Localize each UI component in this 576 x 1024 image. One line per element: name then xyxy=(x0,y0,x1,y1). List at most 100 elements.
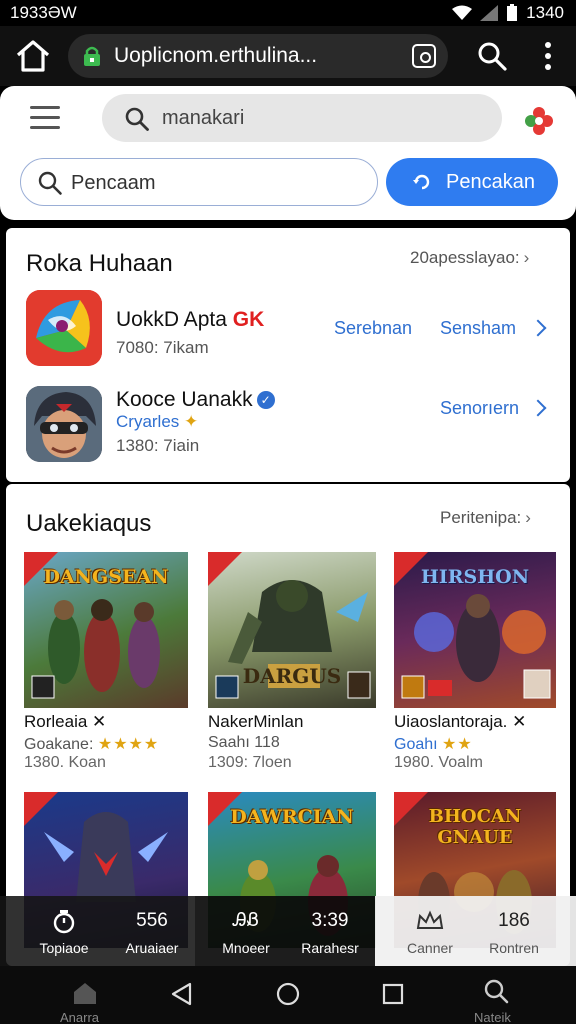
games-card: Uakekiaqus Peritenipa: › DANGSEAN Rorleai… xyxy=(6,484,570,966)
bottom-item-label: Rontren xyxy=(489,940,539,956)
search-button-label: Pencakan xyxy=(446,171,535,193)
bottom-item-value: 3:39 xyxy=(311,910,349,931)
game-banner-text: HIRSHON xyxy=(420,566,530,588)
status-clock: 1340 xyxy=(526,3,564,22)
bottom-item-mnoeer[interactable]: ᎯᏰ Mnoeer xyxy=(206,910,286,956)
game-rating: Saahı 118 xyxy=(208,734,280,751)
search-icon[interactable] xyxy=(476,40,508,72)
game-banner-text: DAWRCIAN xyxy=(230,806,354,828)
home-circle-icon[interactable] xyxy=(276,982,300,1006)
section-more-label: 20apesslayao: xyxy=(410,248,520,267)
search-button[interactable]: Pencakan xyxy=(386,158,558,206)
system-nav-bar: Anarra Nateik xyxy=(0,966,576,1024)
refresh-icon xyxy=(413,174,430,190)
hamburger-menu-icon[interactable] xyxy=(30,106,60,132)
game-rating: Goakane: ★★★★ xyxy=(24,734,159,754)
bottom-item-value: 556 xyxy=(136,910,168,931)
star-rating-icon: ★★ xyxy=(442,736,473,753)
search-icon xyxy=(38,171,62,195)
search-icon[interactable] xyxy=(483,978,509,1004)
top-search-placeholder: manakari xyxy=(162,107,245,129)
nav-home-label: Anarra xyxy=(60,1010,100,1024)
back-icon[interactable] xyxy=(170,982,194,1006)
bottom-item-rarahesr[interactable]: 3:39 Rarahesr xyxy=(290,910,370,956)
app-category: Cryarles ✦ xyxy=(116,412,198,432)
game-title: Rorleaia ✕ xyxy=(24,712,107,731)
more-menu-icon[interactable] xyxy=(536,40,560,72)
status-time: 1933ƏW xyxy=(10,3,77,22)
app-action-link[interactable]: Senorıern xyxy=(440,398,519,419)
game-meta: 1380. Koan xyxy=(24,754,106,771)
colorful-app-logo-icon xyxy=(26,290,102,366)
bottom-stats-bar: Topiaoe 556 Aruaiaer ᎯᏰ Mnoeer 3:39 Rara… xyxy=(0,896,576,966)
top-search-field[interactable]: manakari xyxy=(102,94,502,142)
game-banner-text: BHOCAN GNAUE xyxy=(428,806,522,848)
bottom-item-label: Topiaoe xyxy=(39,940,89,956)
app-badge: GK xyxy=(232,308,265,331)
corner-badge xyxy=(24,792,58,826)
app-icon[interactable] xyxy=(26,290,102,366)
section-more-label: Peritenipa: xyxy=(440,508,522,527)
url-bar[interactable]: Uoplicnom.erthulina... xyxy=(68,34,448,78)
game-meta: 1309: 7loen xyxy=(208,754,292,771)
sparkle-icon: ✦ xyxy=(184,412,199,431)
timer-icon xyxy=(24,910,104,936)
chevron-right-icon: › xyxy=(525,508,531,527)
bottom-item-rontren[interactable]: 186 Rontren xyxy=(474,910,554,956)
app-category-label: Cryarles xyxy=(116,412,180,431)
game-thumbnail[interactable]: HIRSHON xyxy=(394,552,556,708)
app-icon[interactable] xyxy=(26,386,102,462)
app-action-link[interactable]: Serebnan xyxy=(334,318,412,339)
app-name: UokkD Apta xyxy=(116,308,227,331)
game-title: Uiaoslantoraja. ✕ xyxy=(394,712,527,731)
flower-logo-icon xyxy=(525,107,553,135)
status-icons: 1340 xyxy=(452,3,564,23)
app-subtitle: 7080: 7ikam xyxy=(116,338,209,357)
section-more-link[interactable]: 20apesslayao: › xyxy=(410,248,529,268)
lock-icon xyxy=(84,46,100,66)
bottom-item-label: Mnoeer xyxy=(222,940,270,956)
battery-icon xyxy=(507,4,518,21)
warrior-avatar-icon xyxy=(26,386,102,462)
chevron-right-icon[interactable] xyxy=(529,319,547,337)
game-thumbnail[interactable]: DANGSEAN xyxy=(24,552,188,708)
search-input[interactable]: Pencaam xyxy=(20,158,378,206)
status-bar: 1933ƏW 1340 xyxy=(0,0,576,26)
game-banner-text: DARGUS xyxy=(242,664,342,688)
corner-badge xyxy=(208,552,242,586)
app-action-link[interactable]: Sensham xyxy=(440,318,516,339)
bottom-item-label: Canner xyxy=(407,940,453,956)
wifi-icon xyxy=(452,5,473,20)
section-title: Roka Huhaan xyxy=(26,250,173,277)
game-rating-label: Goahı xyxy=(394,736,438,753)
chevron-right-icon: › xyxy=(523,248,530,267)
search-icon xyxy=(125,107,149,131)
game-meta: 1980. Voalm xyxy=(394,754,483,771)
bottom-item-value: ᎯᏰ xyxy=(232,910,260,931)
verified-badge-icon: ✓ xyxy=(256,391,275,410)
home-icon[interactable] xyxy=(14,38,52,74)
bottom-item-label: Aruaiaer xyxy=(125,940,179,956)
bottom-item-aruaiaer[interactable]: 556 Aruaiaer xyxy=(112,910,192,956)
recents-icon[interactable] xyxy=(382,983,404,1005)
crown-icon xyxy=(390,910,470,936)
app-title: Kooce Uanakk ✓ xyxy=(116,388,275,412)
nav-search-label: Nateik xyxy=(474,1010,511,1024)
app-name: Kooce Uanakk xyxy=(116,388,253,411)
game-thumbnail[interactable]: DARGUS xyxy=(208,552,376,708)
search-panel: manakari Pencaam Pencakan xyxy=(0,86,576,220)
section-more-link[interactable]: Peritenipa: › xyxy=(440,508,531,528)
browser-toolbar: Uoplicnom.erthulina... xyxy=(0,26,576,86)
chevron-right-icon[interactable] xyxy=(529,399,547,417)
search-input-value: Pencaam xyxy=(71,172,156,194)
home-icon[interactable] xyxy=(72,980,98,1006)
bottom-item-topiaoe[interactable]: Topiaoe xyxy=(24,910,104,956)
tabs-icon[interactable] xyxy=(412,44,436,68)
app-title: UokkD Apta GK xyxy=(116,308,264,332)
star-rating-icon: ★★★★ xyxy=(97,736,160,753)
url-text: Uoplicnom.erthulina... xyxy=(114,44,318,67)
bottom-item-value: 186 xyxy=(498,910,530,931)
game-rating: Goahı ★★ xyxy=(394,734,473,754)
bottom-item-canner[interactable]: Canner xyxy=(390,910,470,956)
game-title: NakerMinlan xyxy=(208,712,304,731)
